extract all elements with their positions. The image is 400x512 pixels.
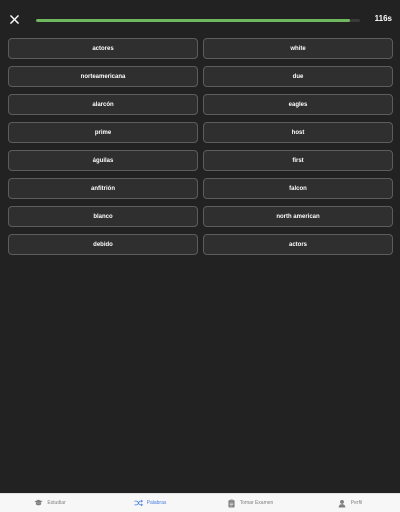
- word-card-right[interactable]: first: [203, 150, 393, 171]
- word-card-left[interactable]: actores: [8, 38, 198, 59]
- word-card-left[interactable]: prime: [8, 122, 198, 143]
- word-card-right[interactable]: due: [203, 66, 393, 87]
- person-icon: [338, 499, 347, 508]
- word-card-left[interactable]: alarcón: [8, 94, 198, 115]
- close-button[interactable]: [8, 13, 20, 25]
- bottom-nav: Estudiar Palabras Tomar Examen Perfil: [0, 493, 400, 512]
- word-card-right[interactable]: falcon: [203, 178, 393, 199]
- nav-label: Palabras: [146, 500, 167, 506]
- word-card-left[interactable]: norteamericana: [8, 66, 198, 87]
- shuffle-icon: [134, 499, 143, 508]
- nav-item-estudiar[interactable]: Estudiar: [0, 494, 100, 512]
- timer-label: 116s: [374, 14, 392, 23]
- app-root: 116s actores white norteamericana due al…: [0, 0, 400, 512]
- clipboard-icon: [227, 498, 236, 508]
- nav-item-tomar-examen[interactable]: Tomar Examen: [200, 494, 300, 512]
- nav-item-perfil[interactable]: Perfil: [300, 494, 400, 512]
- word-card-right[interactable]: eagles: [203, 94, 393, 115]
- word-card-left[interactable]: anfitrión: [8, 178, 198, 199]
- word-card-left[interactable]: águilas: [8, 150, 198, 171]
- top-bar: 116s: [0, 0, 400, 38]
- nav-label: Estudiar: [47, 500, 66, 506]
- word-card-right[interactable]: host: [203, 122, 393, 143]
- word-grid: actores white norteamericana due alarcón…: [8, 38, 394, 255]
- progress-fill: [36, 19, 351, 22]
- close-icon: [9, 14, 19, 24]
- word-card-right[interactable]: actors: [203, 234, 393, 255]
- word-card-right[interactable]: white: [203, 38, 393, 59]
- graduation-cap-icon: [34, 499, 43, 508]
- word-card-left[interactable]: blanco: [8, 206, 198, 227]
- nav-label: Perfil: [350, 500, 363, 506]
- word-card-right[interactable]: north american: [203, 206, 393, 227]
- progress-bar: [36, 19, 360, 22]
- nav-item-palabras[interactable]: Palabras: [100, 494, 200, 512]
- nav-label: Tomar Examen: [239, 500, 274, 506]
- word-card-left[interactable]: debido: [8, 234, 198, 255]
